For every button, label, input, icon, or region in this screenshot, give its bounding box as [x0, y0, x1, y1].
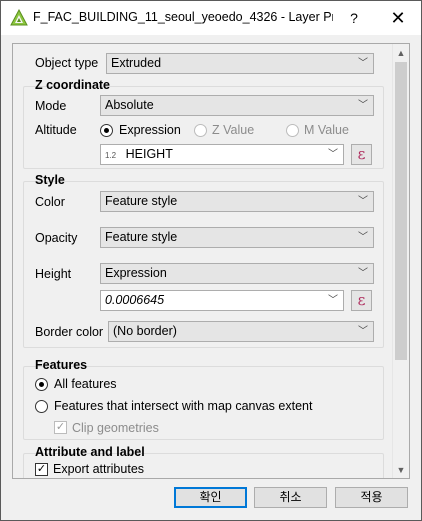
mode-value: Absolute — [105, 98, 154, 112]
export-attributes-checkbox[interactable]: ✓ — [35, 463, 48, 476]
height-select[interactable]: Expression ﹀ — [100, 263, 374, 284]
altitude-field-select[interactable]: 1.2 HEIGHT ﹀ — [100, 144, 344, 165]
radio-m-value-label: M Value — [304, 123, 349, 137]
radio-z-value[interactable] — [194, 124, 207, 137]
radio-expression-label: Expression — [119, 123, 181, 137]
border-color-select[interactable]: (No border) ﹀ — [108, 321, 374, 342]
altitude-field-value: HEIGHT — [125, 147, 173, 161]
height-expression-value: 0.0006645 — [105, 293, 165, 307]
scroll-up-icon[interactable]: ▲ — [393, 44, 409, 61]
clip-geometries-label: Clip geometries — [72, 421, 159, 435]
clip-geometries-checkbox[interactable]: ✓ — [54, 421, 67, 434]
border-color-label: Border color — [35, 325, 104, 339]
chevron-down-icon: ﹀ — [328, 149, 338, 160]
ok-button[interactable]: 확인 — [174, 487, 247, 508]
altitude-expression-button[interactable]: ε — [351, 144, 372, 165]
radio-all-features[interactable] — [35, 378, 48, 391]
qgis-logo-icon — [10, 9, 28, 26]
z-coordinate-title: Z coordinate — [35, 78, 111, 92]
attribute-label-title: Attribute and label — [35, 445, 145, 459]
color-select[interactable]: Feature style ﹀ — [100, 191, 374, 212]
export-attributes-label: Export attributes — [53, 462, 145, 476]
chevron-down-icon: ﹀ — [328, 295, 338, 306]
height-value: Expression — [105, 266, 167, 280]
settings-scroll-area[interactable]: Object type Extruded ﹀ Z coordinate Mode… — [12, 43, 410, 479]
apply-button[interactable]: 적용 — [335, 487, 408, 508]
chevron-down-icon: ﹀ — [358, 58, 368, 69]
vertical-scrollbar[interactable]: ▲ ▼ — [392, 44, 409, 478]
mode-label: Mode — [35, 99, 67, 113]
opacity-select[interactable]: Feature style ﹀ — [100, 227, 374, 248]
scroll-down-icon[interactable]: ▼ — [393, 461, 409, 478]
border-color-value: (No border) — [113, 324, 177, 338]
opacity-value: Feature style — [105, 230, 178, 244]
opacity-label: Opacity — [35, 231, 78, 245]
radio-expression[interactable] — [100, 124, 113, 137]
radio-m-value[interactable] — [286, 124, 299, 137]
close-icon[interactable]: ✕ — [375, 1, 421, 35]
radio-intersect-features-label: Features that intersect with map canvas … — [54, 399, 313, 413]
radio-intersect-features[interactable] — [35, 400, 48, 413]
help-button[interactable]: ? — [331, 1, 377, 35]
object-type-select[interactable]: Extruded ﹀ — [106, 53, 374, 74]
object-type-value: Extruded — [111, 56, 162, 70]
height-expression-button[interactable]: ε — [351, 290, 372, 311]
layer-properties-dialog: F_FAC_BUILDING_11_seoul_yeoedo_4326 - La… — [0, 0, 422, 521]
scrollbar-thumb[interactable] — [395, 62, 407, 360]
style-title: Style — [35, 173, 65, 187]
cancel-button[interactable]: 취소 — [254, 487, 327, 508]
chevron-down-icon: ﹀ — [358, 100, 368, 111]
features-title: Features — [35, 358, 88, 372]
color-label: Color — [35, 195, 65, 209]
mode-select[interactable]: Absolute ﹀ — [100, 95, 374, 116]
color-value: Feature style — [105, 194, 178, 208]
height-label: Height — [35, 267, 72, 281]
title-bar[interactable]: F_FAC_BUILDING_11_seoul_yeoedo_4326 - La… — [1, 1, 421, 35]
object-type-label: Object type — [35, 56, 99, 70]
chevron-down-icon: ﹀ — [358, 196, 368, 207]
radio-all-features-label: All features — [54, 377, 117, 391]
chevron-down-icon: ﹀ — [358, 232, 368, 243]
chevron-down-icon: ﹀ — [358, 268, 368, 279]
field-type-badge: 1.2 — [105, 151, 117, 160]
window-title: F_FAC_BUILDING_11_seoul_yeoedo_4326 - La… — [33, 10, 333, 24]
radio-z-value-label: Z Value — [212, 123, 255, 137]
altitude-label: Altitude — [35, 123, 77, 137]
height-expression-input[interactable]: 0.0006645 ﹀ — [100, 290, 344, 311]
chevron-down-icon: ﹀ — [358, 326, 368, 337]
